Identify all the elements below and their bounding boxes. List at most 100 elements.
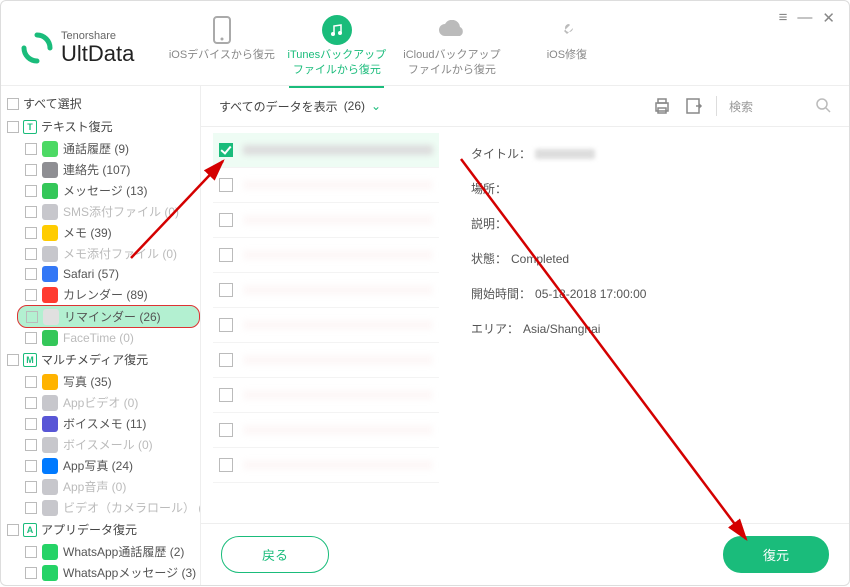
row-checkbox[interactable] xyxy=(219,178,233,192)
row-checkbox[interactable] xyxy=(219,388,233,402)
item-checkbox[interactable] xyxy=(25,418,37,430)
sidebar-item[interactable]: WhatsApp通話履歴 (2) xyxy=(7,541,200,562)
row-checkbox[interactable] xyxy=(219,213,233,227)
group-title: テキスト復元 xyxy=(41,118,113,135)
item-icon xyxy=(42,565,58,581)
filter-dropdown[interactable]: すべてのデータを表示 (26) ⌄ xyxy=(219,98,381,115)
item-label: WhatsAppメッセージ (3) xyxy=(63,564,196,581)
row-text xyxy=(243,355,433,365)
item-label: メッセージ (13) xyxy=(63,182,147,199)
list-row[interactable] xyxy=(213,168,439,203)
item-checkbox[interactable] xyxy=(25,460,37,472)
list-row[interactable] xyxy=(213,343,439,378)
item-checkbox[interactable] xyxy=(25,376,37,388)
item-checkbox[interactable] xyxy=(25,206,37,218)
list-row[interactable] xyxy=(213,203,439,238)
export-icon[interactable] xyxy=(684,96,704,116)
sidebar-item[interactable]: メモ (39) xyxy=(7,222,200,243)
row-text xyxy=(243,145,433,155)
item-label: 連絡先 (107) xyxy=(63,161,130,178)
item-icon xyxy=(42,479,58,495)
item-icon xyxy=(42,374,58,390)
sidebar-item[interactable]: ボイスメモ (11) xyxy=(7,413,200,434)
row-text xyxy=(243,460,433,470)
item-label: App音声 (0) xyxy=(63,478,126,495)
sidebar-item[interactable]: WhatsApp添付ファイル (0) xyxy=(7,583,200,585)
sidebar-item[interactable]: カレンダー (89) xyxy=(7,284,200,305)
sidebar-item[interactable]: ボイスメール (0) xyxy=(7,434,200,455)
list-row[interactable] xyxy=(213,133,439,168)
row-checkbox[interactable] xyxy=(219,423,233,437)
row-checkbox[interactable] xyxy=(219,143,233,157)
list-row[interactable] xyxy=(213,378,439,413)
row-checkbox[interactable] xyxy=(219,353,233,367)
filter-label: すべてのデータを表示 xyxy=(219,98,338,115)
itunes-icon xyxy=(322,15,352,45)
list-row[interactable] xyxy=(213,308,439,343)
item-icon xyxy=(42,330,58,346)
group-checkbox[interactable] xyxy=(7,354,19,366)
tab-icloud[interactable]: iCloudバックアップ ファイルから復元 xyxy=(394,9,509,87)
row-checkbox[interactable] xyxy=(219,458,233,472)
select-all-checkbox[interactable] xyxy=(7,98,19,110)
item-checkbox[interactable] xyxy=(25,185,37,197)
sidebar-item[interactable]: FaceTime (0) xyxy=(7,328,200,348)
item-checkbox[interactable] xyxy=(25,397,37,409)
tab-label: iOSデバイスから復元 xyxy=(168,48,275,62)
close-icon[interactable]: ✕ xyxy=(822,9,835,27)
sidebar-item[interactable]: App写真 (24) xyxy=(7,455,200,476)
list-row[interactable] xyxy=(213,238,439,273)
item-label: Appビデオ (0) xyxy=(63,394,138,411)
item-checkbox[interactable] xyxy=(25,502,37,514)
logo: Tenorshare UltData xyxy=(21,30,134,66)
detail-area-value: Asia/Shanghai xyxy=(523,322,600,336)
search-icon[interactable] xyxy=(815,97,831,116)
item-checkbox[interactable] xyxy=(25,143,37,155)
item-checkbox[interactable] xyxy=(25,164,37,176)
group-checkbox[interactable] xyxy=(7,524,19,536)
item-checkbox[interactable] xyxy=(25,289,37,301)
item-checkbox[interactable] xyxy=(25,567,37,579)
item-checkbox[interactable] xyxy=(25,268,37,280)
list-row[interactable] xyxy=(213,273,439,308)
item-checkbox[interactable] xyxy=(25,227,37,239)
sidebar-item[interactable]: WhatsAppメッセージ (3) xyxy=(7,562,200,583)
sidebar-item[interactable]: Safari (57) xyxy=(7,264,200,284)
restore-button[interactable]: 復元 xyxy=(723,536,829,573)
item-checkbox[interactable] xyxy=(25,546,37,558)
sidebar-item[interactable]: 写真 (35) xyxy=(7,371,200,392)
group-icon: A xyxy=(23,523,37,537)
item-checkbox[interactable] xyxy=(25,248,37,260)
sidebar-item[interactable]: リマインダー (26) xyxy=(17,305,200,328)
row-checkbox[interactable] xyxy=(219,318,233,332)
item-checkbox[interactable] xyxy=(26,311,38,323)
search-input[interactable]: 検索 xyxy=(729,98,753,115)
row-checkbox[interactable] xyxy=(219,248,233,262)
print-icon[interactable] xyxy=(652,96,672,116)
sidebar-item[interactable]: 通話履歴 (9) xyxy=(7,138,200,159)
item-checkbox[interactable] xyxy=(25,332,37,344)
tab-device[interactable]: iOSデバイスから復元 xyxy=(164,9,279,87)
sidebar-item[interactable]: Appビデオ (0) xyxy=(7,392,200,413)
tab-repair[interactable]: iOS修復 xyxy=(509,9,624,87)
list-row[interactable] xyxy=(213,413,439,448)
sidebar-item[interactable]: App音声 (0) xyxy=(7,476,200,497)
sidebar-item[interactable]: SMS添付ファイル (0) xyxy=(7,201,200,222)
item-checkbox[interactable] xyxy=(25,439,37,451)
back-button[interactable]: 戻る xyxy=(221,536,329,573)
group-icon: T xyxy=(23,120,37,134)
sidebar-item[interactable]: ビデオ（カメラロール） (0) xyxy=(7,497,200,518)
item-checkbox[interactable] xyxy=(25,481,37,493)
sidebar-item[interactable]: メッセージ (13) xyxy=(7,180,200,201)
menu-icon[interactable]: ≡ xyxy=(779,9,788,27)
item-icon xyxy=(42,416,58,432)
group-checkbox[interactable] xyxy=(7,121,19,133)
tab-itunes[interactable]: iTunesバックアップ ファイルから復元 xyxy=(279,9,394,87)
sidebar-item[interactable]: メモ添付ファイル (0) xyxy=(7,243,200,264)
sidebar-item[interactable]: 連絡先 (107) xyxy=(7,159,200,180)
list-row[interactable] xyxy=(213,448,439,483)
minimize-icon[interactable]: — xyxy=(797,9,812,27)
row-checkbox[interactable] xyxy=(219,283,233,297)
item-label: App写真 (24) xyxy=(63,457,133,474)
top-tabs: iOSデバイスから復元 iTunesバックアップ ファイルから復元 iCloud… xyxy=(164,9,829,87)
